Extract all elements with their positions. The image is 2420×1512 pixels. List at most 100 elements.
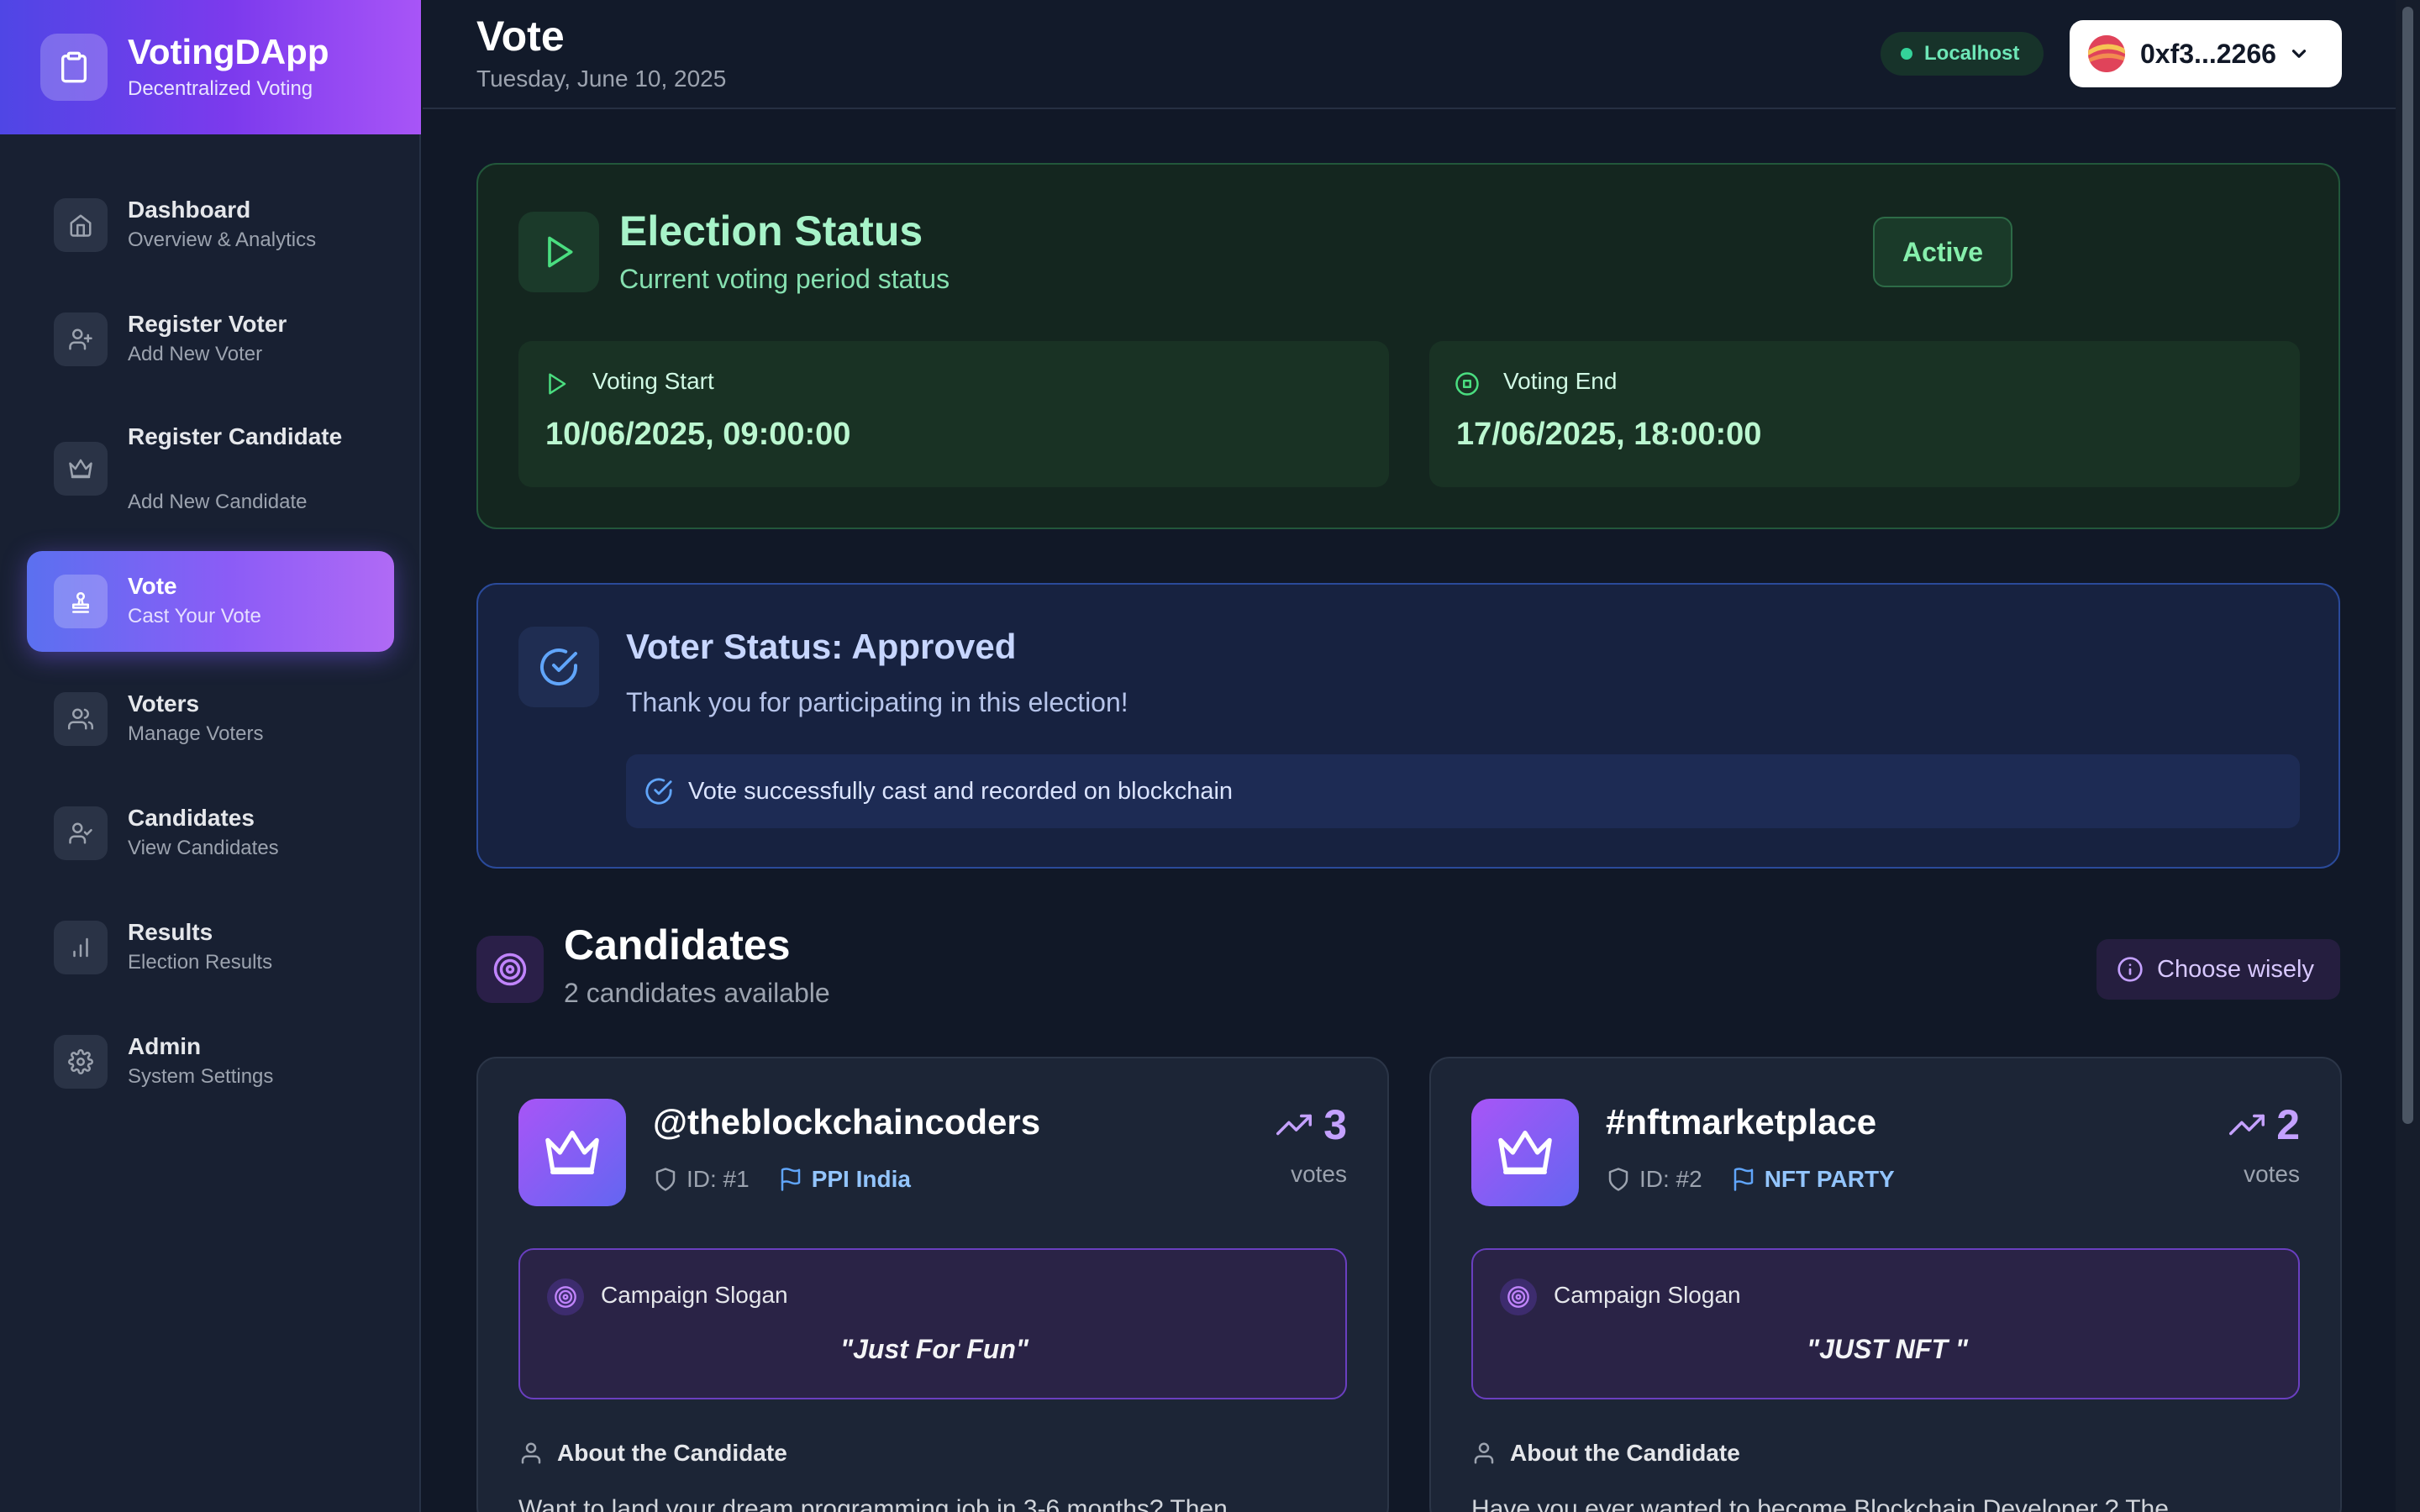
crown-icon: [1471, 1099, 1579, 1206]
sidebar-item-label: Dashboard: [128, 197, 251, 223]
sidebar-item-dashboard[interactable]: Dashboard Overview & Analytics: [27, 190, 394, 260]
candidate-meta: ID: #2 NFT PARTY: [1606, 1166, 1895, 1193]
trending-up-icon: [2229, 1107, 2265, 1142]
about-candidate-text: Want to land your dream programming job …: [518, 1495, 1228, 1512]
about-candidate-text: Have you ever wanted to become Blockchai…: [1471, 1495, 2169, 1512]
target-icon: [547, 1278, 584, 1315]
flag-icon: [1731, 1167, 1756, 1192]
sidebar: VotingDApp Decentralized Voting Dashboar…: [0, 0, 421, 1512]
election-status-card: Election Status Current voting period st…: [476, 163, 2340, 529]
sidebar-item-label: Candidates: [128, 805, 255, 831]
candidate-card[interactable]: #nftmarketplace ID: #2 NFT PARTY 2 votes…: [1429, 1057, 2342, 1512]
voting-start-box: Voting Start 10/06/2025, 09:00:00: [518, 341, 1389, 487]
sidebar-item-sublabel: System Settings: [128, 1065, 274, 1088]
about-candidate-label: About the Candidate: [1510, 1440, 1740, 1466]
voting-start-label: Voting Start: [592, 368, 714, 394]
sidebar-item-register-voter[interactable]: Register Voter Add New Voter: [27, 304, 394, 375]
scrollbar[interactable]: [2396, 0, 2420, 1512]
play-icon: [544, 371, 569, 396]
check-circle-icon: [644, 777, 673, 806]
sidebar-item-label: Register Candidate: [128, 423, 343, 449]
sidebar-item-sublabel: Add New Voter: [128, 343, 263, 365]
scrollbar-thumb[interactable]: [2402, 7, 2413, 1124]
candidates-count: 2 candidates available: [564, 978, 830, 1008]
info-icon: [2117, 956, 2144, 983]
user-icon: [518, 1441, 544, 1466]
wallet-address: 0xf3...2266: [2140, 38, 2276, 69]
crown-icon: [54, 442, 108, 496]
sidebar-item-results[interactable]: Results Election Results: [27, 912, 394, 983]
top-header: Vote Tuesday, June 10, 2025 Localhost 0x…: [423, 0, 2396, 109]
target-icon: [476, 936, 544, 1003]
voting-end-box: Voting End 17/06/2025, 18:00:00: [1429, 341, 2300, 487]
candidate-party: PPI India: [811, 1166, 911, 1192]
sidebar-item-sublabel: Election Results: [128, 951, 273, 974]
voter-status-message: Thank you for participating in this elec…: [626, 687, 1128, 717]
election-status-subtitle: Current voting period status: [619, 264, 950, 294]
user-icon: [1471, 1441, 1497, 1466]
gear-icon: [54, 1035, 108, 1089]
choose-wisely-hint: Choose wisely: [2096, 939, 2340, 1000]
network-label: Localhost: [1924, 42, 2020, 65]
target-icon: [1500, 1278, 1537, 1315]
campaign-slogan-box: Campaign Slogan "Just For Fun": [518, 1248, 1347, 1399]
vote-confirmation-banner: Vote successfully cast and recorded on b…: [626, 754, 2300, 828]
sidebar-item-sublabel: View Candidates: [128, 837, 279, 859]
sidebar-item-register-candidate[interactable]: Register Candidate Add New Candidate: [27, 417, 394, 522]
vote-confirmation-text: Vote successfully cast and recorded on b…: [688, 777, 1234, 805]
candidate-vote-count: 3: [1323, 1101, 1347, 1148]
sidebar-item-label: Voters: [128, 690, 200, 717]
brand-name: VotingDApp: [128, 32, 329, 71]
play-icon: [518, 212, 599, 292]
about-candidate-heading: About the Candidate: [518, 1440, 787, 1467]
about-candidate-heading: About the Candidate: [1471, 1440, 1740, 1467]
vote-stamp-icon: [54, 575, 108, 628]
shield-icon: [1606, 1167, 1631, 1192]
candidate-party: NFT PARTY: [1764, 1166, 1895, 1192]
campaign-slogan-label: Campaign Slogan: [601, 1282, 788, 1308]
sidebar-item-candidates[interactable]: Candidates View Candidates: [27, 798, 394, 869]
sidebar-item-sublabel: Overview & Analytics: [128, 228, 317, 251]
candidate-votes: 3: [1276, 1100, 1347, 1149]
wallet-button[interactable]: 0xf3...2266: [2070, 20, 2342, 87]
clipboard-icon: [40, 34, 108, 101]
crown-icon: [518, 1099, 626, 1206]
page-date: Tuesday, June 10, 2025: [476, 66, 727, 92]
campaign-slogan-text: "JUST NFT ": [1806, 1334, 1969, 1364]
status-dot-icon: [1901, 48, 1912, 60]
voting-end-label: Voting End: [1503, 368, 1618, 394]
about-candidate-label: About the Candidate: [557, 1440, 787, 1466]
trending-up-icon: [1276, 1107, 1313, 1142]
voter-status-title: Voter Status: Approved: [626, 627, 1017, 666]
sidebar-item-admin[interactable]: Admin System Settings: [27, 1026, 394, 1097]
campaign-slogan-text: "Just For Fun": [839, 1334, 1029, 1364]
sidebar-item-label: Vote: [128, 573, 177, 599]
users-icon: [54, 692, 108, 746]
candidate-id: ID: #2: [1639, 1166, 1702, 1192]
status-badge: Active: [1873, 217, 2012, 287]
sidebar-item-voters[interactable]: Voters Manage Voters: [27, 684, 394, 754]
campaign-slogan-box: Campaign Slogan "JUST NFT ": [1471, 1248, 2300, 1399]
candidates-title: Candidates: [564, 921, 791, 969]
candidate-card[interactable]: @theblockchaincoders ID: #1 PPI India 3 …: [476, 1057, 1389, 1512]
candidate-id: ID: #1: [687, 1166, 750, 1192]
sidebar-item-vote[interactable]: Vote Cast Your Vote: [27, 551, 394, 652]
candidate-meta: ID: #1 PPI India: [653, 1166, 911, 1193]
wallet-avatar: [2088, 35, 2125, 72]
page-title: Vote: [476, 13, 565, 60]
network-badge: Localhost: [1881, 32, 2044, 76]
stop-circle-icon: [1455, 371, 1480, 396]
voting-end-value: 17/06/2025, 18:00:00: [1456, 417, 1762, 452]
choose-wisely-text: Choose wisely: [2157, 955, 2314, 983]
campaign-slogan-label: Campaign Slogan: [1554, 1282, 1741, 1308]
sidebar-item-label: Admin: [128, 1033, 202, 1059]
candidate-name: @theblockchaincoders: [653, 1102, 1041, 1142]
user-plus-icon: [54, 312, 108, 366]
sidebar-item-label: Register Voter: [128, 311, 287, 337]
candidate-name: #nftmarketplace: [1606, 1102, 1877, 1142]
brand-header[interactable]: VotingDApp Decentralized Voting: [0, 0, 421, 134]
flag-icon: [778, 1167, 803, 1192]
sidebar-item-sublabel: Cast Your Vote: [128, 605, 261, 627]
user-check-icon: [54, 806, 108, 860]
candidate-votes-label: votes: [1291, 1161, 1347, 1187]
